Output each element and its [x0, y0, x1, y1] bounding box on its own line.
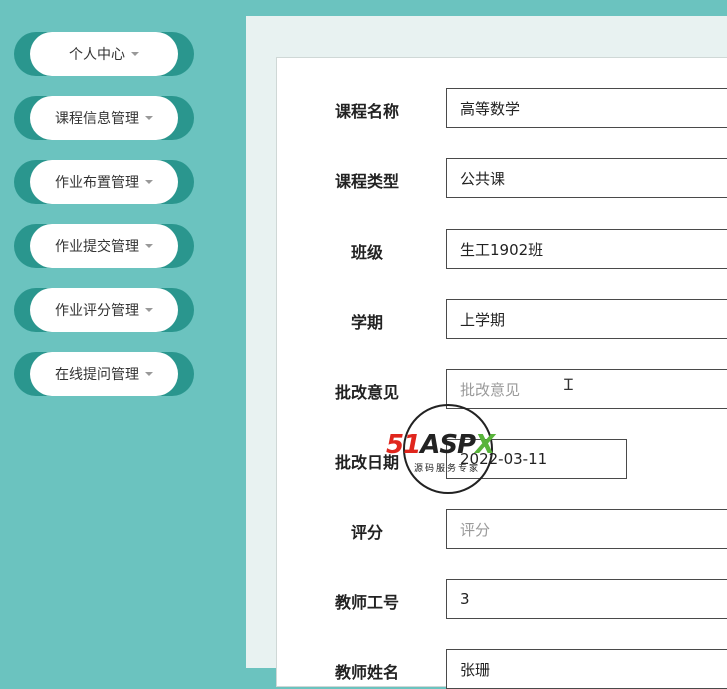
review-comment-field[interactable]: 批改意见 [446, 369, 727, 409]
watermark-brand: 51ASPX [386, 430, 495, 460]
top-bar [0, 0, 727, 16]
sidebar-item-label: 作业提交管理 [55, 239, 139, 255]
score-label: 评分 [350, 523, 383, 542]
course-type-label: 课程类型 [334, 172, 399, 191]
sidebar-item-personal-center[interactable]: 个人中心 [14, 32, 194, 76]
sidebar-item-assignment-publish[interactable]: 作业布置管理 [14, 160, 194, 204]
sidebar-item-pill[interactable]: 作业评分管理 [30, 288, 178, 332]
chevron-down-icon [145, 372, 153, 376]
sidebar-item-assignment-submit[interactable]: 作业提交管理 [14, 224, 194, 268]
sidebar-item-course-info[interactable]: 课程信息管理 [14, 96, 194, 140]
chevron-down-icon [131, 52, 139, 56]
class-label: 班级 [350, 243, 383, 262]
sidebar-item-label: 作业评分管理 [55, 303, 139, 319]
teacher-name-field[interactable]: 张珊 [446, 649, 727, 689]
watermark-a: A [420, 430, 440, 460]
sidebar-item-pill[interactable]: 在线提问管理 [30, 352, 178, 396]
score-field[interactable]: 评分 [446, 509, 727, 549]
sidebar-item-label: 在线提问管理 [55, 367, 139, 383]
watermark-logo: 51ASPX 源码服务专家 [386, 404, 518, 494]
sidebar-item-pill[interactable]: 作业提交管理 [30, 224, 178, 268]
sidebar-item-online-questions[interactable]: 在线提问管理 [14, 352, 194, 396]
sidebar-item-label: 课程信息管理 [55, 111, 139, 127]
review-comment-label: 批改意见 [334, 383, 399, 402]
chevron-down-icon [145, 116, 153, 120]
sidebar-item-assignment-grading[interactable]: 作业评分管理 [14, 288, 194, 332]
watermark-sp: SP [439, 430, 476, 460]
watermark-subtitle: 源码服务专家 [414, 464, 481, 474]
chevron-down-icon [145, 244, 153, 248]
teacher-id-field[interactable]: 3 [446, 579, 727, 619]
semester-field[interactable]: 上学期 [446, 299, 727, 339]
semester-label: 学期 [350, 313, 383, 332]
course-name-field[interactable]: 高等数学 [446, 88, 727, 128]
course-name-label: 课程名称 [334, 102, 399, 121]
watermark-x: X [475, 430, 495, 460]
text-cursor-icon: Ɪ [564, 375, 573, 394]
course-type-field[interactable]: 公共课 [446, 158, 727, 198]
chevron-down-icon [145, 180, 153, 184]
chevron-down-icon [145, 308, 153, 312]
sidebar-item-pill[interactable]: 个人中心 [30, 32, 178, 76]
sidebar-item-label: 个人中心 [69, 47, 125, 63]
watermark-51: 51 [386, 430, 421, 460]
teacher-name-label: 教师姓名 [334, 663, 399, 682]
teacher-id-label: 教师工号 [334, 593, 399, 612]
sidebar-item-pill[interactable]: 作业布置管理 [30, 160, 178, 204]
class-field[interactable]: 生工1902班 [446, 229, 727, 269]
sidebar-item-label: 作业布置管理 [55, 175, 139, 191]
sidebar-item-pill[interactable]: 课程信息管理 [30, 96, 178, 140]
